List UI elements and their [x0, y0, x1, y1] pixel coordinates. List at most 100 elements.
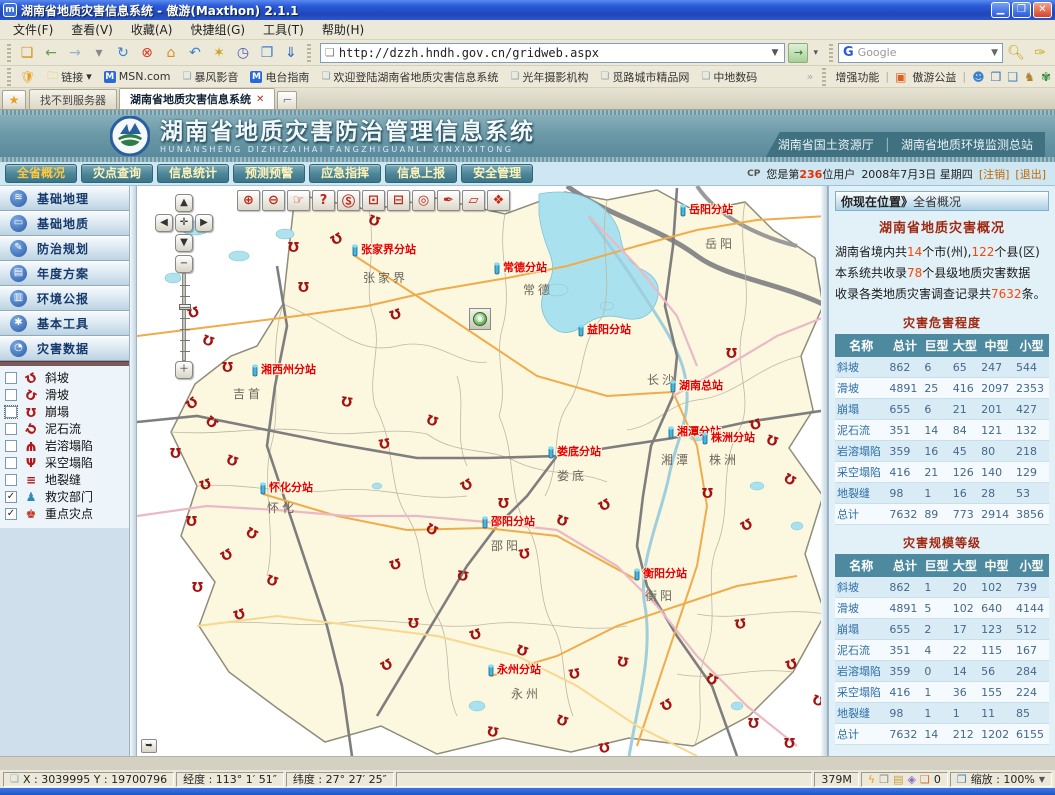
history-button[interactable]: ◷: [232, 42, 254, 64]
boost-icon[interactable]: ϟ: [868, 773, 875, 786]
nav-tab-3[interactable]: 信息统计: [157, 164, 229, 183]
new-page-button[interactable]: ❏: [16, 42, 38, 64]
disaster-symbol[interactable]: Ω: [784, 734, 795, 749]
zoom-out-tool[interactable]: ⊖: [262, 190, 285, 211]
pan-tool[interactable]: ☞: [287, 190, 310, 211]
folder-icon[interactable]: ▤: [893, 773, 903, 786]
links-bar-item[interactable]: ❏暴风影音: [176, 67, 244, 87]
hotlink-tool[interactable]: ✒: [437, 190, 460, 211]
station-label[interactable]: 娄底分站: [557, 444, 601, 458]
disaster-symbol[interactable]: Ω: [408, 614, 419, 629]
filter-icon[interactable]: ◈: [907, 773, 915, 786]
blocked-popup-icon[interactable]: ❑: [920, 773, 930, 786]
station-label[interactable]: 永州分站: [496, 662, 541, 676]
layer-label[interactable]: 滑坡: [45, 386, 69, 403]
menu-item[interactable]: 帮助(H): [313, 19, 373, 40]
map-viewport[interactable]: ΩΩΩΩΩΩΩΩΩΩΩΩΩΩΩΩΩΩΩΩΩΩΩΩΩΩΩΩΩΩΩΩΩΩΩΩΩΩΩΩ…: [137, 186, 821, 756]
zoom-in-tool[interactable]: ⊕: [237, 190, 260, 211]
sidebar-section[interactable]: ▤年度方案: [0, 261, 129, 286]
window-list-button[interactable]: ❐: [256, 42, 278, 64]
toolbar-grip[interactable]: [829, 44, 833, 62]
disaster-symbol[interactable]: Ω: [222, 358, 233, 373]
station-label[interactable]: 常德分站: [503, 260, 547, 274]
nav-tab-7[interactable]: 安全管理: [461, 164, 533, 183]
skin-icon[interactable]: ♞: [1024, 70, 1035, 84]
sidebar-section[interactable]: ✎防治规划: [0, 236, 129, 261]
layer-checkbox[interactable]: ✓: [5, 491, 17, 503]
nav-tab-1[interactable]: 全省概况: [5, 164, 77, 183]
layer-tree-tool[interactable]: ❖: [487, 190, 510, 211]
close-button[interactable]: ✕: [1033, 2, 1052, 18]
links-bar-item[interactable]: ❏中地数码: [695, 67, 763, 87]
layer-checkbox[interactable]: [5, 474, 17, 486]
maxthon-charity-link[interactable]: 傲游公益: [912, 69, 956, 85]
refresh-button[interactable]: ↻: [112, 42, 134, 64]
disaster-symbol[interactable]: Ω: [288, 238, 299, 253]
zoom-in-step-button[interactable]: ＋: [175, 361, 193, 379]
history-dropdown[interactable]: ▾: [88, 42, 110, 64]
panel-splitter[interactable]: [821, 186, 828, 756]
menu-item[interactable]: 收藏(A): [122, 19, 182, 40]
toolbar-grip[interactable]: [307, 44, 311, 62]
sidebar-section[interactable]: ≋基础地理: [0, 186, 129, 211]
zoom-dropdown-icon[interactable]: ▼: [1039, 775, 1045, 784]
zoom-out-step-button[interactable]: −: [175, 255, 193, 273]
setup-icon[interactable]: ✾: [1041, 70, 1051, 84]
stop-button[interactable]: ⊗: [136, 42, 158, 64]
minimize-button[interactable]: ▁: [991, 2, 1010, 18]
exit-link[interactable]: [退出]: [1015, 166, 1046, 182]
menu-item[interactable]: 查看(V): [62, 19, 122, 40]
links-overflow-icon[interactable]: »: [807, 70, 814, 83]
tab-close-icon[interactable]: ✕: [256, 94, 264, 105]
undo-button[interactable]: ↶: [184, 42, 206, 64]
layer-checkbox[interactable]: [5, 406, 17, 418]
links-bar-item[interactable]: ❏欢迎登陆湖南省地质灾害信息系统: [315, 67, 504, 87]
proxy-icon[interactable]: ☻: [972, 70, 985, 84]
breadcrumb-current[interactable]: 全省概况: [913, 193, 961, 210]
layer-label[interactable]: 采空塌陷: [45, 454, 93, 471]
go-button[interactable]: →: [788, 43, 808, 63]
station-marker[interactable]: 湘西州分站: [252, 362, 316, 376]
home-button[interactable]: ⌂: [160, 42, 182, 64]
window-icon[interactable]: ❒: [991, 70, 1002, 84]
layer-checkbox[interactable]: [5, 440, 17, 452]
disaster-symbol[interactable]: Ω: [498, 494, 509, 509]
popup-window-icon[interactable]: ❒: [879, 773, 889, 786]
erase-tool[interactable]: ▱: [462, 190, 485, 211]
link-land-resources-dept[interactable]: 湖南省国土资源厅: [778, 136, 874, 153]
plugin-icon[interactable]: ❑: [1007, 70, 1018, 84]
disaster-symbol[interactable]: Ω: [186, 512, 197, 527]
links-bar-item[interactable]: MMSN.com: [98, 68, 177, 85]
layer-label[interactable]: 泥石流: [45, 420, 81, 437]
search-box[interactable]: G Google ▼: [838, 43, 1003, 63]
layer-checkbox[interactable]: ✓: [5, 508, 17, 520]
compass-button[interactable]: ◉: [469, 308, 491, 330]
menu-item[interactable]: 文件(F): [4, 19, 62, 40]
enhance-features-link[interactable]: 增强功能: [835, 69, 879, 85]
station-label[interactable]: 株洲分站: [711, 430, 755, 444]
disaster-symbol[interactable]: Ω: [702, 484, 713, 499]
search-engine-dropdown-icon[interactable]: ▼: [991, 48, 998, 58]
sidebar-splitter[interactable]: [130, 186, 137, 756]
menu-item[interactable]: 工具(T): [254, 19, 313, 40]
nav-tab-2[interactable]: 灾点查询: [81, 164, 153, 183]
disaster-symbol[interactable]: Ω: [170, 444, 181, 459]
pan-down-button[interactable]: ▼: [175, 234, 193, 252]
search-button[interactable]: 🔍︎: [1005, 42, 1027, 64]
station-label[interactable]: 张家界分站: [361, 242, 416, 256]
menu-item[interactable]: 快捷组(G): [181, 19, 254, 40]
browser-tab[interactable]: 找不到服务器: [29, 89, 117, 109]
station-label[interactable]: 益阳分站: [587, 322, 631, 336]
back-button[interactable]: ←: [40, 42, 62, 64]
layer-label[interactable]: 崩塌: [45, 403, 69, 420]
toolbar-grip[interactable]: [822, 68, 826, 86]
sidebar-section[interactable]: ▥环境公报: [0, 286, 129, 311]
sidebar-section[interactable]: ◔灾害数据: [0, 336, 129, 361]
station-label[interactable]: 衡阳分站: [643, 566, 687, 580]
station-marker[interactable]: 张家界分站: [352, 242, 416, 256]
go-dropdown-icon[interactable]: ▾: [811, 48, 820, 58]
layer-checkbox[interactable]: [5, 457, 17, 469]
nav-tab-6[interactable]: 信息上报: [385, 164, 457, 183]
disaster-symbol[interactable]: Ω: [192, 578, 203, 593]
pan-up-button[interactable]: ▲: [175, 194, 193, 212]
